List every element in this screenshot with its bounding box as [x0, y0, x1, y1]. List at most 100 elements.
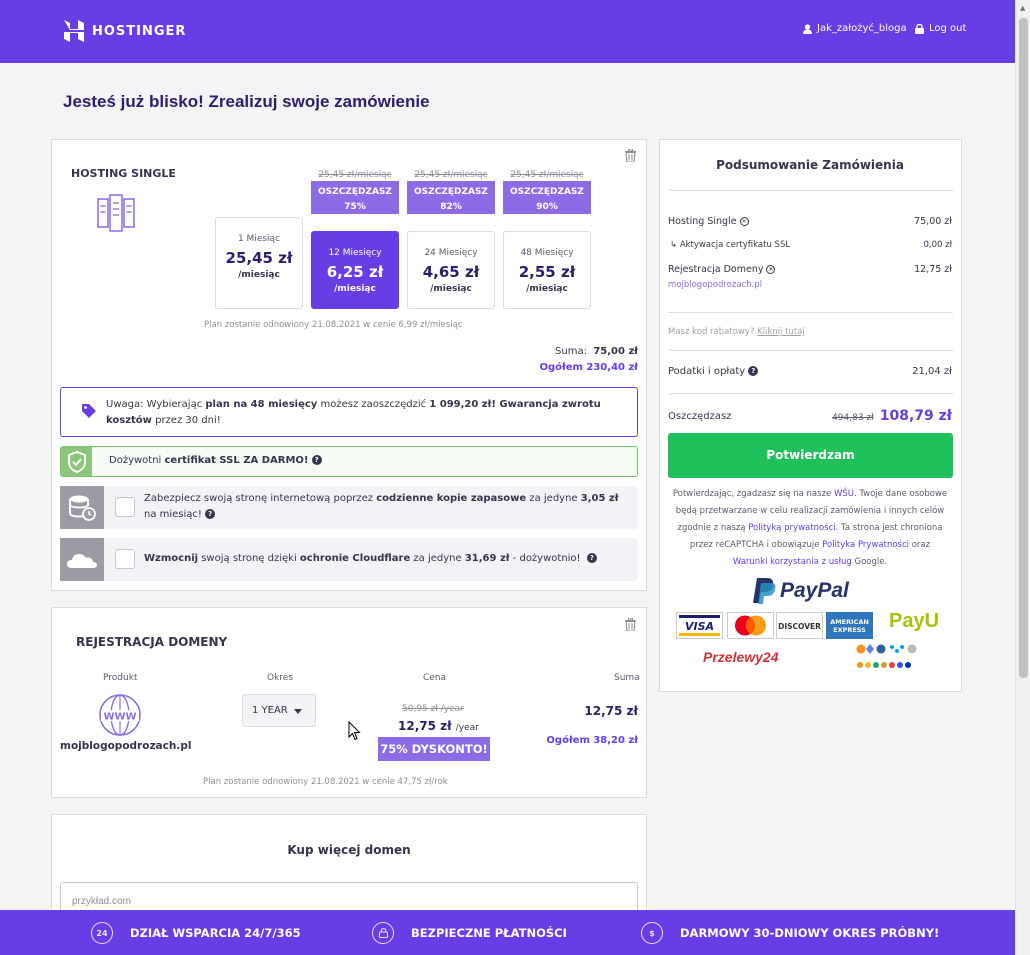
- paypal-text: PayPal: [780, 579, 849, 602]
- addon-backups-checkbox[interactable]: [115, 497, 135, 517]
- support-24-icon: 24: [91, 922, 113, 944]
- col-period: Okres: [267, 673, 294, 683]
- savings-values: 494,83 zł 108,79 zł: [832, 408, 952, 424]
- server-icon: [96, 193, 136, 236]
- plan-name: HOSTING SINGLE: [71, 167, 176, 180]
- term-price: 2,55 zł: [518, 263, 576, 281]
- domain-discount-badge: 75% DYSKONTO!: [378, 737, 490, 761]
- privacy-link[interactable]: Polityką prywatności: [748, 523, 835, 533]
- remove-domain-x-icon[interactable]: ✕: [766, 265, 776, 274]
- mastercard-logo: [727, 612, 774, 639]
- benefits-footer-bar: 24 DZIAŁ WSPARCIA 24/7/365 BEZPIECZNE PŁ…: [0, 910, 1015, 955]
- svg-text:WWW: WWW: [103, 712, 136, 723]
- term-label: 12 Miesięcy: [328, 248, 382, 258]
- paypal-icon: [753, 578, 776, 604]
- coupon-link[interactable]: Kliknij tutaj: [757, 327, 805, 337]
- term-label: 1 Miesiąc: [237, 234, 281, 244]
- hostinger-logo[interactable]: HOSTINGER: [64, 20, 186, 42]
- footer-trial: $ DARMOWY 30-DNIOWY OKRES PRÓBNY!: [641, 922, 939, 944]
- sum-value: 75,00 zł: [593, 346, 638, 357]
- footer-support: 24 DZIAŁ WSPARCIA 24/7/365: [91, 922, 301, 944]
- term-label: 24 Miesięcy: [424, 248, 478, 258]
- old-price-24m: 25,45 zł/miesiąc: [414, 170, 488, 180]
- google-privacy-link[interactable]: Polityka Prywatności: [822, 540, 909, 550]
- user-name: Jak_założyć_bloga: [817, 23, 907, 34]
- amex-logo: AMERICAN EXPRESS: [826, 612, 873, 639]
- taxes-value: 21,04 zł: [912, 366, 952, 377]
- sum-label: Suma:: [555, 346, 587, 357]
- domain-old-price: 50,95 zł /year: [402, 704, 464, 714]
- divider: [668, 393, 953, 394]
- confirm-button[interactable]: Potwierdzam: [668, 433, 953, 478]
- plan-renewal-note: Plan zostanie odnowiony 21.08.2021 w cen…: [204, 320, 463, 330]
- save-tag-48m: OSZCZĘDZASZ 90%: [503, 181, 591, 214]
- domain-renewal-note: Plan zostanie odnowiony 21.08.2021 w cen…: [203, 777, 448, 787]
- page-scrollbar[interactable]: ▲: [1015, 0, 1030, 955]
- notice-text: Uwaga: Wybierając plan na 48 miesięcy mo…: [106, 399, 601, 426]
- footer-trial-label: DARMOWY 30-DNIOWY OKRES PRÓBNY!: [680, 926, 940, 940]
- ssl-text: Dożywotni certifikat SSL ZA DARMO! ?: [109, 455, 322, 466]
- footer-support-label: DZIAŁ WSPARCIA 24/7/365: [130, 926, 301, 940]
- divider: [668, 190, 953, 191]
- user-menu[interactable]: Jak_założyć_bloga: [803, 23, 907, 34]
- ssl-help-icon[interactable]: ?: [311, 455, 322, 465]
- col-price: Cena: [423, 673, 447, 683]
- term-option-1m[interactable]: 1 Miesiąc 25,45 zł /miesiąc: [215, 217, 303, 309]
- domain-name: mojblogopodrozach.pl: [60, 740, 192, 752]
- term-option-48m[interactable]: 48 Miesięcy 2,55 zł /miesiąc: [503, 231, 591, 309]
- taxes-help-icon[interactable]: ?: [748, 366, 759, 376]
- hostinger-logo-icon: [64, 20, 84, 42]
- upsell-notice: Uwaga: Wybierając plan na 48 miesięcy mo…: [60, 387, 638, 437]
- user-icon: [803, 23, 812, 34]
- summary-domain-sub: mojblogopodrozach.pl: [668, 280, 763, 290]
- remove-plan-trash-icon[interactable]: [625, 148, 636, 165]
- term-option-24m[interactable]: 24 Miesięcy 4,65 zł /miesiąc: [407, 231, 495, 309]
- plan-sum: Suma: 75,00 zł: [432, 346, 638, 357]
- old-price-48m: 25,45 zł/miesiąc: [510, 170, 584, 180]
- plan-total: Ogółem 230,40 zł: [539, 362, 638, 373]
- savings-label: Oszczędzasz: [668, 411, 732, 422]
- divider: [668, 312, 953, 313]
- domain-price: 12,75 zł /year: [398, 719, 479, 733]
- remove-hosting-x-icon[interactable]: ✕: [739, 217, 749, 226]
- summary-domain-label: Rejestracja Domeny ✕: [668, 264, 776, 275]
- summary-ssl-value: 0,00 zł: [923, 240, 952, 250]
- domain-period-select[interactable]: 1 YEAR: [242, 694, 316, 727]
- summary-domain-value: 12,75 zł: [914, 264, 952, 275]
- term-unit: /miesiąc: [238, 270, 280, 280]
- dollar-icon: $: [641, 922, 663, 944]
- addon-cloudflare: Wzmocnij swoją stronę dzięki ochronie Cl…: [60, 538, 638, 581]
- col-sum: Suma: [614, 673, 640, 683]
- term-label: 48 Miesięcy: [520, 248, 574, 258]
- hosting-plan-card: HOSTING SINGLE 25,45 zł/miesiąc 25,45 zł…: [51, 139, 647, 591]
- term-price: 6,25 zł: [326, 263, 384, 281]
- period-value: 1 YEAR: [252, 705, 288, 716]
- remove-domain-trash-icon[interactable]: [625, 617, 636, 634]
- cloud-icon: [60, 538, 104, 581]
- tag-icon: [82, 404, 96, 418]
- google-terms-link[interactable]: Warunki korzystania z usług: [733, 557, 852, 567]
- page-title: Jesteś już blisko! Zrealizuj swoje zamów…: [63, 92, 430, 111]
- domain-sum: 12,75 zł: [584, 704, 638, 718]
- scroll-up-arrow-icon[interactable]: ▲: [1020, 4, 1025, 12]
- secure-lock-icon: [372, 922, 394, 944]
- footer-payments-label: BEZPIECZNE PŁATNOŚCI: [411, 926, 567, 940]
- term-price: 25,45 zł: [225, 249, 293, 267]
- term-unit: /miesiąc: [430, 284, 472, 294]
- cloudflare-help-icon[interactable]: ?: [586, 553, 597, 563]
- logout-link[interactable]: Log out: [915, 23, 966, 34]
- coupon-row: Masz kod rabatowy? Kliknij tutaj: [668, 327, 805, 337]
- addon-cloudflare-checkbox[interactable]: [115, 549, 135, 569]
- paypal-logo: PayPal: [752, 577, 849, 605]
- chevron-down-icon: [294, 709, 302, 714]
- addon-backups: Zabezpiecz swoją stronę internetową popr…: [60, 486, 638, 529]
- col-product: Produkt: [103, 673, 138, 683]
- ssl-shield-icon: [61, 447, 92, 476]
- domain-section-title: REJESTRACJA DOMENY: [76, 635, 228, 649]
- backups-help-icon[interactable]: ?: [205, 509, 216, 519]
- divider: [668, 350, 953, 351]
- terms-link[interactable]: WŚU: [834, 489, 854, 499]
- term-option-12m[interactable]: 12 Miesięcy 6,25 zł /miesiąc: [311, 231, 399, 309]
- scroll-thumb[interactable]: [1019, 18, 1028, 678]
- crypto-icons: [856, 643, 922, 676]
